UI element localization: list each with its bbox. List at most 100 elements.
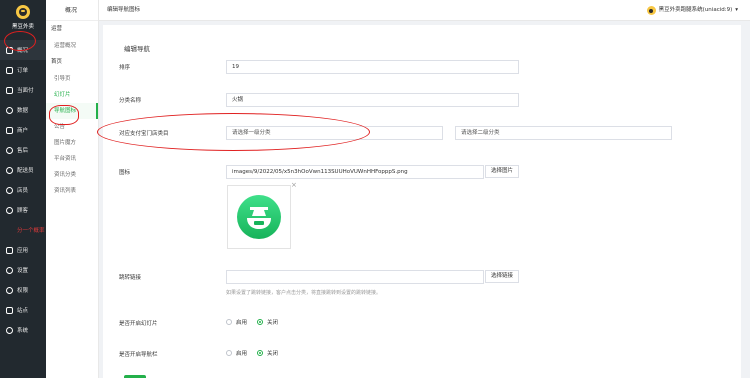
sidebar-item-label: 订单 (17, 68, 29, 74)
submenu-item-nav-icons[interactable]: 导航图标 (46, 103, 98, 119)
link-label: 跳转链接 (119, 275, 142, 281)
brand-block: 黑豆外卖 (0, 0, 46, 40)
secondary-menu: 概况 运营 运营概况 首页 引导页 幻灯片 导航图标 公告 图片魔方 平台资讯 … (46, 0, 99, 378)
sidebar-item-clerk[interactable]: 店员 (0, 180, 46, 200)
nav-enable-radio[interactable] (226, 350, 232, 356)
choose-image-button[interactable]: 选择图片 (485, 165, 519, 178)
nav-radio-group: 启用 关闭 (226, 349, 284, 357)
submenu-group-operation: 运营 (51, 26, 63, 32)
slide-enable-label: 启用 (236, 320, 248, 326)
sidebar-item-permission[interactable]: 权限 (0, 280, 46, 300)
pay-icon (6, 86, 13, 94)
link-hint: 如果设置了跳转链接，客户点击分类，将直接跳转到设置的跳转链接。 (226, 290, 382, 296)
sidebar-item-label: 站点 (17, 308, 29, 314)
sidebar-item-label: 顾客 (17, 208, 29, 214)
icon-preview (227, 185, 291, 249)
breadcrumb: 编辑导航图标 (107, 7, 141, 13)
submenu-item-operation-overview[interactable]: 运营概况 (46, 38, 98, 54)
sidebar-item-site[interactable]: 站点 (0, 300, 46, 320)
slide-radio-group: 启用 关闭 (226, 318, 284, 326)
sort-label: 排序 (119, 65, 131, 71)
chevron-down-icon: ▾ (735, 7, 738, 13)
icon-label: 图标 (119, 170, 131, 176)
page-title: 编辑导航 (124, 45, 150, 53)
link-input[interactable] (226, 270, 484, 284)
slide-disable-label: 关闭 (267, 320, 279, 326)
sidebar-item-courier[interactable]: 配送员 (0, 160, 46, 180)
nav-disable-radio[interactable] (257, 350, 264, 356)
brand-logo-icon (16, 5, 30, 19)
submenu-item-guide[interactable]: 引导页 (46, 71, 98, 87)
customer-icon (6, 206, 13, 214)
second-category-select[interactable]: 请选择二级分类 (455, 126, 672, 140)
sidebar-nav: 概况 订单 当面付 数据 商户 售后 配送员 店员 顾客 分一个概率 应用 设置… (0, 40, 46, 340)
sidebar-item-promo[interactable]: 分一个概率 (0, 220, 46, 240)
choose-link-button[interactable]: 选择链接 (485, 270, 519, 283)
sidebar-item-settings[interactable]: 设置 (0, 260, 46, 280)
sidebar-item-data[interactable]: 数据 (0, 100, 46, 120)
slide-enable-radio[interactable] (226, 319, 232, 325)
sidebar-item-customer[interactable]: 顾客 (0, 200, 46, 220)
icon-path-input[interactable]: images/9/2022/05/x5n3hOoVwn113SUUHoVUWnH… (226, 165, 484, 179)
slide-disable-radio[interactable] (257, 319, 264, 325)
clerk-icon (6, 186, 13, 194)
settings-icon (6, 266, 13, 274)
nav-enable-label: 启用 (236, 351, 248, 357)
submenu-item-slides[interactable]: 幻灯片 (46, 87, 98, 103)
sidebar-item-label: 商户 (17, 128, 29, 134)
sidebar-item-label: 数据 (17, 108, 29, 114)
top-bar: 编辑导航图标 黑豆外卖跑腿系统(uniacid:9) ▾ (99, 0, 750, 21)
site-icon (6, 306, 13, 314)
system-icon (6, 326, 13, 334)
category-name-input[interactable]: 火锅 (226, 93, 519, 107)
sidebar-item-label: 店员 (17, 188, 29, 194)
courier-icon (6, 166, 13, 174)
sidebar-item-orders[interactable]: 订单 (0, 60, 46, 80)
permission-icon (6, 286, 13, 294)
sidebar-item-label: 当面付 (17, 88, 34, 94)
sidebar-item-apps[interactable]: 应用 (0, 240, 46, 260)
sidebar-item-overview[interactable]: 概况 (0, 40, 46, 60)
main-sidebar: 黑豆外卖 概况 订单 当面付 数据 商户 售后 配送员 店员 顾客 分一个概率 … (0, 0, 46, 378)
slide-toggle-label: 是否开启幻灯片 (119, 321, 158, 327)
sidebar-item-aftersale[interactable]: 售后 (0, 140, 46, 160)
sidebar-item-facepay[interactable]: 当面付 (0, 80, 46, 100)
sidebar-item-label: 权限 (17, 288, 29, 294)
aftersale-icon (6, 146, 13, 154)
submenu-item-image-cube[interactable]: 图片魔方 (46, 135, 98, 151)
submenu-item-news-list[interactable]: 资讯列表 (46, 183, 98, 199)
hotpot-icon (237, 195, 281, 239)
apps-icon (6, 246, 13, 254)
sidebar-item-label: 应用 (17, 248, 29, 254)
data-icon (6, 106, 13, 114)
nav-toggle-label: 是否开启导航栏 (119, 352, 158, 358)
dashboard-icon (6, 46, 13, 54)
sidebar-item-system[interactable]: 系统 (0, 320, 46, 340)
promo-icon (6, 227, 13, 234)
brand-name: 黑豆外卖 (11, 24, 34, 30)
submenu-item-notice[interactable]: 公告 (46, 119, 98, 135)
first-category-select[interactable]: 请选择一级分类 (226, 126, 443, 140)
submenu-group-home: 首页 (51, 59, 63, 65)
store-icon (6, 126, 13, 134)
submenu-item-news-category[interactable]: 资讯分类 (46, 167, 98, 183)
sidebar-item-label: 概况 (17, 48, 29, 54)
order-icon (6, 66, 13, 74)
sidebar-item-merchant[interactable]: 商户 (0, 120, 46, 140)
sidebar-item-label: 售后 (17, 148, 29, 154)
submenu-item-platform-news[interactable]: 平台资讯 (46, 151, 98, 167)
system-name: 黑豆外卖跑腿系统(uniacid:9) (658, 7, 733, 13)
sidebar-item-label: 配送员 (17, 168, 34, 174)
sidebar-item-label: 分一个概率 (17, 228, 45, 234)
submenu-title: 概况 (46, 0, 98, 21)
edit-form-card: 编辑导航 排序 19 分类名称 火锅 对应支付宝门店类目 请选择一级分类 请选择… (103, 25, 741, 378)
system-logo-icon (646, 6, 656, 15)
remove-image-button[interactable]: × (291, 181, 297, 189)
category-name-label: 分类名称 (119, 98, 142, 104)
alipay-category-label: 对应支付宝门店类目 (119, 131, 169, 137)
sort-input[interactable]: 19 (226, 60, 519, 74)
system-switcher[interactable]: 黑豆外卖跑腿系统(uniacid:9) ▾ (646, 0, 738, 21)
sidebar-item-label: 设置 (17, 268, 29, 274)
nav-disable-label: 关闭 (267, 351, 279, 357)
sidebar-item-label: 系统 (17, 328, 29, 334)
